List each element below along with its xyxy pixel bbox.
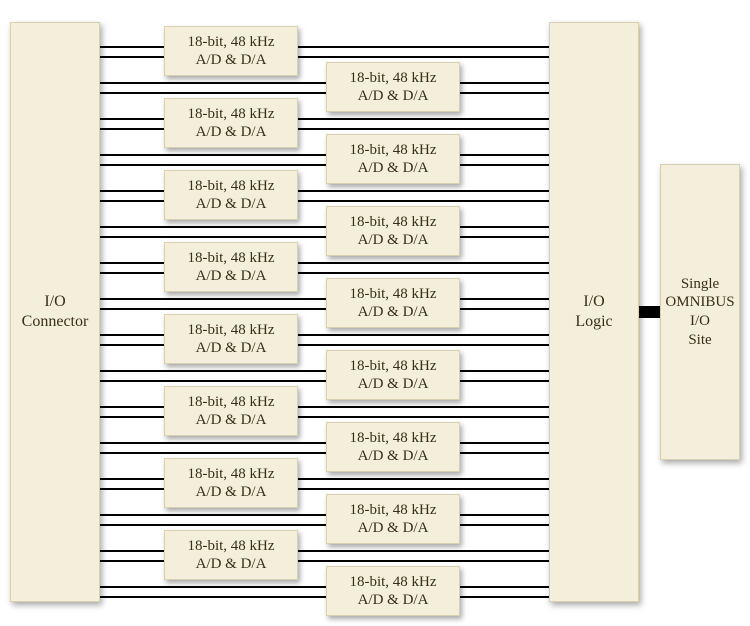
signal-line (99, 586, 549, 588)
converter-box: 18-bit, 48 kHz A/D & D/A (164, 170, 298, 220)
converter-line2: A/D & D/A (196, 411, 267, 429)
signal-line (99, 308, 549, 310)
io-connector-line2: Connector (22, 312, 89, 332)
converter-line1: 18-bit, 48 kHz (349, 141, 436, 159)
converter-line1: 18-bit, 48 kHz (349, 357, 436, 375)
converter-line2: A/D & D/A (358, 87, 429, 105)
converter-box: 18-bit, 48 kHz A/D & D/A (326, 206, 460, 256)
signal-line (99, 370, 549, 372)
omnibus-line1: Single (681, 275, 719, 294)
signal-line (99, 164, 549, 166)
converter-line2: A/D & D/A (196, 339, 267, 357)
converter-box: 18-bit, 48 kHz A/D & D/A (326, 494, 460, 544)
converter-line2: A/D & D/A (358, 591, 429, 609)
converter-line1: 18-bit, 48 kHz (187, 177, 274, 195)
converter-line1: 18-bit, 48 kHz (187, 393, 274, 411)
converter-line2: A/D & D/A (358, 447, 429, 465)
io-connector-panel: I/O Connector (10, 22, 100, 602)
converter-box: 18-bit, 48 kHz A/D & D/A (164, 458, 298, 508)
converter-line1: 18-bit, 48 kHz (187, 321, 274, 339)
converter-box: 18-bit, 48 kHz A/D & D/A (326, 350, 460, 400)
converter-line2: A/D & D/A (196, 195, 267, 213)
signal-line (99, 452, 549, 454)
signal-line (99, 92, 549, 94)
omnibus-line2: OMNIBUS I/O (665, 293, 734, 331)
signal-line (99, 596, 549, 598)
signal-line (99, 380, 549, 382)
converter-box: 18-bit, 48 kHz A/D & D/A (164, 26, 298, 76)
converter-line2: A/D & D/A (196, 51, 267, 69)
converter-line1: 18-bit, 48 kHz (349, 213, 436, 231)
omnibus-site-panel: Single OMNIBUS I/O Site (660, 164, 740, 460)
diagram-stage: 18-bit, 48 kHz A/D & D/A 18-bit, 48 kHz … (0, 0, 750, 626)
omnibus-connector-bar (639, 306, 661, 318)
converter-line1: 18-bit, 48 kHz (187, 537, 274, 555)
converter-box: 18-bit, 48 kHz A/D & D/A (326, 134, 460, 184)
converter-line1: 18-bit, 48 kHz (187, 33, 274, 51)
omnibus-line3: Site (688, 331, 711, 350)
signal-line (99, 514, 549, 516)
converter-line2: A/D & D/A (196, 123, 267, 141)
signal-line (99, 298, 549, 300)
converter-line1: 18-bit, 48 kHz (349, 573, 436, 591)
converter-line1: 18-bit, 48 kHz (349, 429, 436, 447)
converter-line2: A/D & D/A (196, 483, 267, 501)
converter-box: 18-bit, 48 kHz A/D & D/A (326, 422, 460, 472)
converter-line2: A/D & D/A (358, 519, 429, 537)
converter-box: 18-bit, 48 kHz A/D & D/A (326, 278, 460, 328)
converter-line1: 18-bit, 48 kHz (187, 249, 274, 267)
converter-line1: 18-bit, 48 kHz (349, 501, 436, 519)
converter-line1: 18-bit, 48 kHz (187, 105, 274, 123)
signal-line (99, 524, 549, 526)
converter-box: 18-bit, 48 kHz A/D & D/A (326, 62, 460, 112)
converter-line2: A/D & D/A (358, 303, 429, 321)
converter-line2: A/D & D/A (358, 231, 429, 249)
converter-line2: A/D & D/A (196, 267, 267, 285)
signal-line (99, 236, 549, 238)
converter-box: 18-bit, 48 kHz A/D & D/A (164, 98, 298, 148)
converter-box: 18-bit, 48 kHz A/D & D/A (164, 386, 298, 436)
io-connector-line1: I/O (44, 292, 65, 312)
signal-line (99, 442, 549, 444)
converter-line2: A/D & D/A (358, 375, 429, 393)
signal-line (99, 82, 549, 84)
io-logic-line1: I/O (583, 292, 604, 312)
converter-line2: A/D & D/A (358, 159, 429, 177)
io-logic-panel: I/O Logic (549, 22, 639, 602)
signal-line (99, 154, 549, 156)
converter-box: 18-bit, 48 kHz A/D & D/A (164, 314, 298, 364)
converter-line1: 18-bit, 48 kHz (187, 465, 274, 483)
io-logic-line2: Logic (575, 312, 612, 332)
converter-line1: 18-bit, 48 kHz (349, 69, 436, 87)
converter-box: 18-bit, 48 kHz A/D & D/A (164, 530, 298, 580)
converter-line1: 18-bit, 48 kHz (349, 285, 436, 303)
signal-line (99, 226, 549, 228)
converter-box: 18-bit, 48 kHz A/D & D/A (326, 566, 460, 616)
converter-box: 18-bit, 48 kHz A/D & D/A (164, 242, 298, 292)
converter-line2: A/D & D/A (196, 555, 267, 573)
